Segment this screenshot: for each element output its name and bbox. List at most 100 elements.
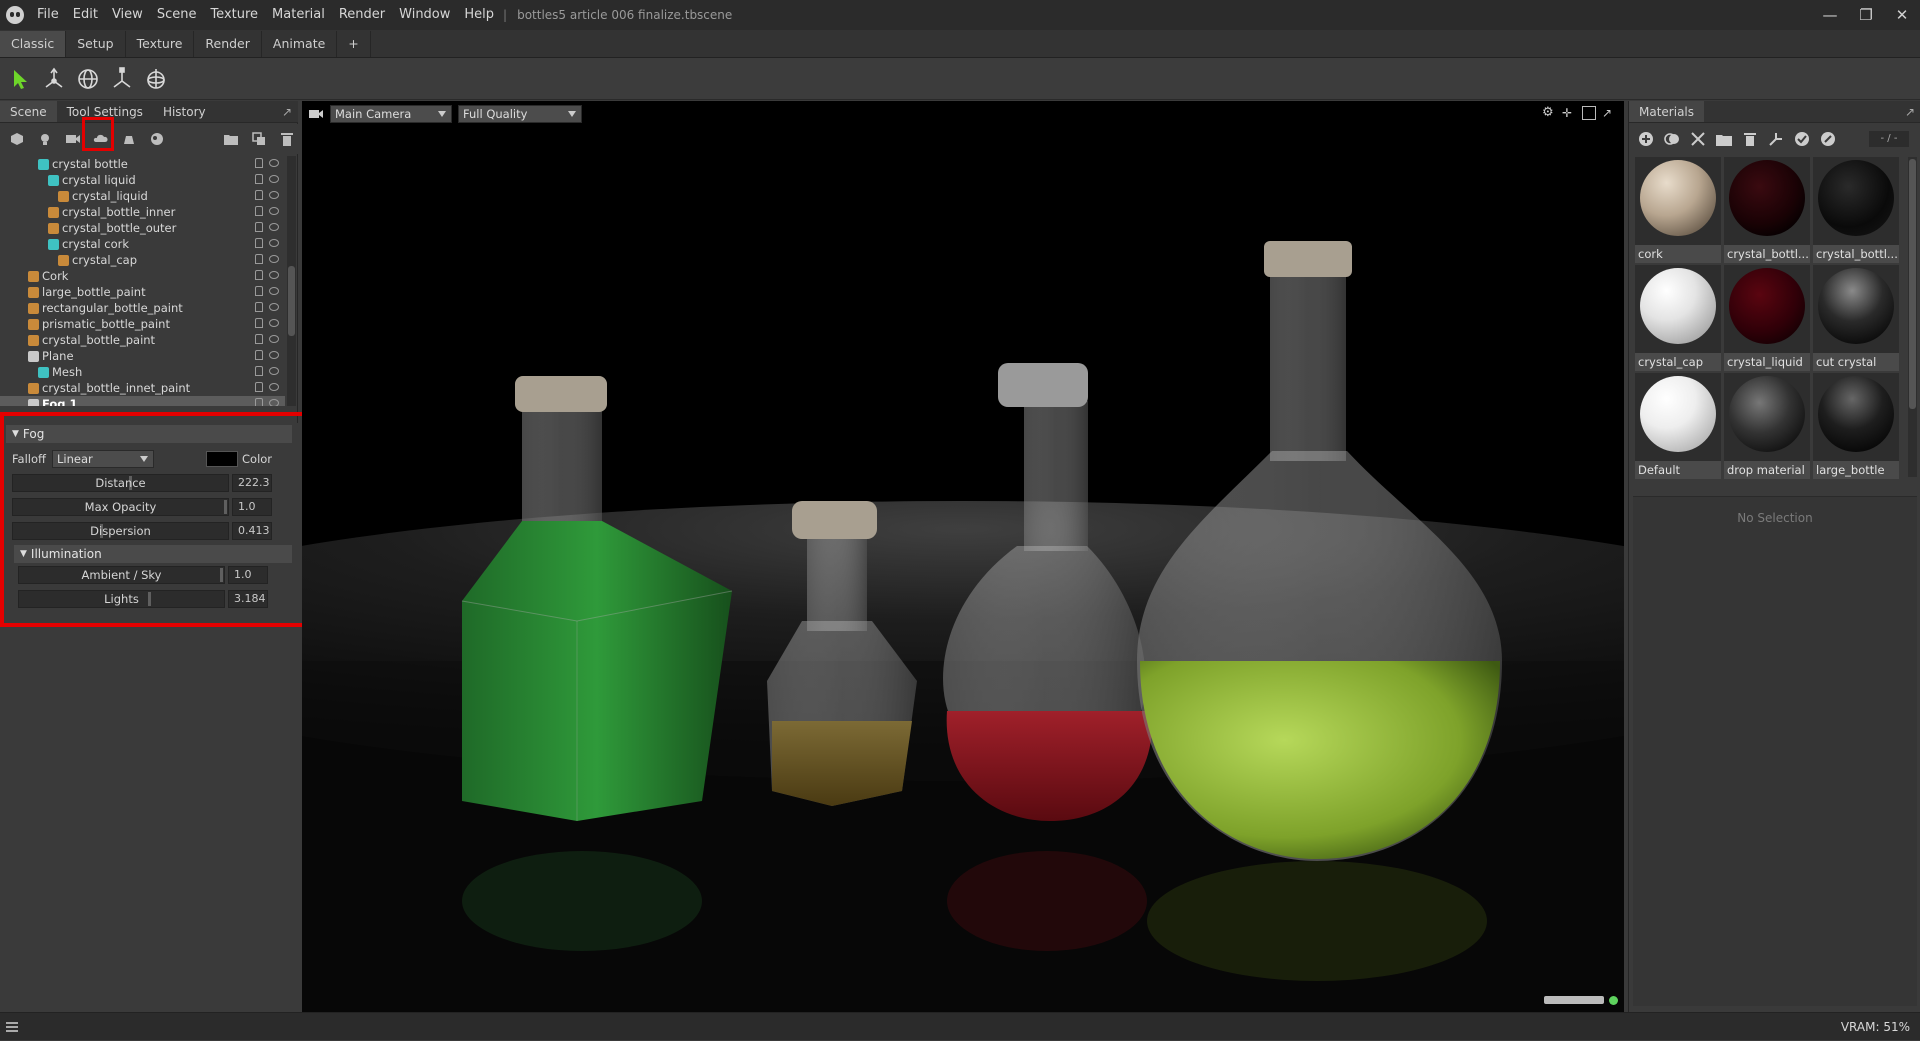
outliner-row[interactable]: crystal bottle	[0, 156, 285, 172]
restore-icon[interactable]: ❐	[1848, 0, 1884, 30]
outliner-row[interactable]: prismatic_bottle_paint	[0, 316, 285, 332]
material-tile[interactable]: crystal_cap	[1635, 265, 1721, 371]
add-shadow-catcher-icon[interactable]	[118, 128, 140, 150]
tab-setup[interactable]: Setup	[66, 31, 126, 57]
menu-edit[interactable]: Edit	[66, 0, 105, 30]
lock-icon[interactable]	[255, 238, 263, 248]
outliner-row[interactable]: Mesh	[0, 364, 285, 380]
lock-icon[interactable]	[255, 270, 263, 280]
material-tile[interactable]: crystal_liquid	[1724, 265, 1810, 371]
lock-icon[interactable]	[255, 350, 263, 360]
eye-icon[interactable]	[269, 239, 279, 247]
eye-icon[interactable]	[269, 303, 279, 311]
menu-render[interactable]: Render	[332, 0, 392, 30]
duplicate-material-icon[interactable]	[1663, 130, 1681, 148]
delete-icon[interactable]	[1741, 130, 1759, 148]
quality-select[interactable]: Full Quality	[458, 105, 582, 123]
material-tile[interactable]: drop material	[1724, 373, 1810, 479]
material-tile[interactable]: Default	[1635, 373, 1721, 479]
outliner-row[interactable]: crystal liquid	[0, 172, 285, 188]
tab-scene[interactable]: Scene	[0, 101, 57, 122]
outliner-row[interactable]: crystal_cap	[0, 252, 285, 268]
camera-select[interactable]: Main Camera	[330, 105, 452, 123]
outliner-row[interactable]: Fog 1	[0, 396, 285, 406]
material-tile[interactable]: crystal_bottl...	[1813, 157, 1899, 263]
minimize-icon[interactable]: —	[1812, 0, 1848, 30]
viewport[interactable]: Main Camera Full Quality ⚙ ✛ ↗	[302, 101, 1624, 1012]
eye-icon[interactable]	[269, 399, 279, 406]
tab-texture[interactable]: Texture	[126, 31, 195, 57]
lock-icon[interactable]	[255, 254, 263, 264]
popout-icon[interactable]: ↗	[1899, 101, 1920, 122]
lock-icon[interactable]	[255, 286, 263, 296]
tab-materials[interactable]: Materials	[1629, 101, 1705, 122]
add-sky-icon[interactable]	[146, 128, 168, 150]
merge-material-icon[interactable]	[1689, 130, 1707, 148]
lock-icon[interactable]	[255, 398, 263, 406]
eye-icon[interactable]	[269, 367, 279, 375]
lock-icon[interactable]	[255, 174, 263, 184]
eye-icon[interactable]	[269, 271, 279, 279]
material-tile[interactable]: cork	[1635, 157, 1721, 263]
menu-scene[interactable]: Scene	[150, 0, 204, 30]
tab-animate[interactable]: Animate	[262, 31, 338, 57]
scrollbar-thumb[interactable]	[288, 266, 295, 336]
pick-material-icon[interactable]	[1819, 130, 1837, 148]
camera-icon[interactable]	[308, 107, 324, 121]
tab-render[interactable]: Render	[194, 31, 262, 57]
menu-texture[interactable]: Texture	[203, 0, 265, 30]
eye-icon[interactable]	[269, 287, 279, 295]
add-camera-icon[interactable]	[62, 128, 84, 150]
outliner-row[interactable]: crystal_bottle_innet_paint	[0, 380, 285, 396]
select-arrow-icon[interactable]	[6, 65, 34, 93]
assign-material-icon[interactable]	[1767, 130, 1785, 148]
lock-icon[interactable]	[255, 222, 263, 232]
add-object-icon[interactable]	[6, 128, 28, 150]
outliner-row[interactable]: rectangular_bottle_paint	[0, 300, 285, 316]
lock-icon[interactable]	[255, 318, 263, 328]
outliner-scrollbar[interactable]	[287, 156, 296, 406]
eye-icon[interactable]	[269, 191, 279, 199]
menu-window[interactable]: Window	[392, 0, 457, 30]
menu-file[interactable]: File	[30, 0, 66, 30]
add-light-icon[interactable]	[34, 128, 56, 150]
lock-icon[interactable]	[255, 190, 263, 200]
close-icon[interactable]: ✕	[1884, 0, 1920, 30]
orbit-gizmo-icon[interactable]	[142, 65, 170, 93]
gear-icon[interactable]: ⚙	[1542, 106, 1556, 120]
tab-add-workspace[interactable]: +	[337, 31, 371, 57]
lock-icon[interactable]	[255, 366, 263, 376]
duplicate-icon[interactable]	[248, 128, 270, 150]
outliner-row[interactable]: crystal_bottle_outer	[0, 220, 285, 236]
translate-gizmo-icon[interactable]	[40, 65, 68, 93]
lock-icon[interactable]	[255, 206, 263, 216]
folder-icon[interactable]	[1715, 130, 1733, 148]
eye-icon[interactable]	[269, 255, 279, 263]
outliner-row[interactable]: crystal_bottle_paint	[0, 332, 285, 348]
eye-icon[interactable]	[269, 175, 279, 183]
material-tile[interactable]: crystal_bottl...	[1724, 157, 1810, 263]
tab-classic[interactable]: Classic	[0, 31, 67, 57]
folder-icon[interactable]	[220, 128, 242, 150]
popout-icon[interactable]: ↗	[276, 101, 298, 122]
move-view-icon[interactable]: ✛	[1562, 106, 1576, 120]
maximize-icon[interactable]	[1582, 106, 1596, 120]
eye-icon[interactable]	[269, 351, 279, 359]
material-tile[interactable]: cut crystal	[1813, 265, 1899, 371]
menu-material[interactable]: Material	[265, 0, 332, 30]
eye-icon[interactable]	[269, 383, 279, 391]
outliner-row[interactable]: large_bottle_paint	[0, 284, 285, 300]
lock-icon[interactable]	[255, 382, 263, 392]
lock-icon[interactable]	[255, 334, 263, 344]
materials-page-indicator[interactable]: - / -	[1869, 131, 1909, 147]
outliner-row[interactable]: Plane	[0, 348, 285, 364]
scale-gizmo-icon[interactable]	[108, 65, 136, 93]
eye-icon[interactable]	[269, 319, 279, 327]
select-by-material-icon[interactable]	[1793, 130, 1811, 148]
menu-help[interactable]: Help	[457, 0, 501, 30]
delete-icon[interactable]	[276, 128, 298, 150]
outliner-row[interactable]: crystal_bottle_inner	[0, 204, 285, 220]
outliner-row[interactable]: crystal cork	[0, 236, 285, 252]
scrollbar-thumb[interactable]	[1909, 159, 1916, 409]
eye-icon[interactable]	[269, 159, 279, 167]
